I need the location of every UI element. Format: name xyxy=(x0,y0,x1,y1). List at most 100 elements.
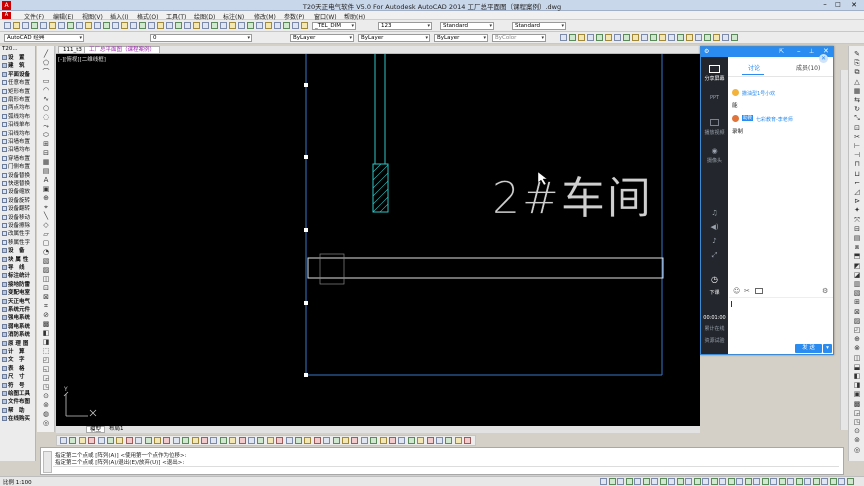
menu-item[interactable]: 沿线单布 xyxy=(2,121,30,129)
draw-tool-icon[interactable]: ⌖ xyxy=(41,203,51,212)
ppt-button[interactable]: PPT xyxy=(701,95,728,101)
tianzheng-tool-icon[interactable] xyxy=(398,437,406,444)
toolbar-tool-icon[interactable] xyxy=(220,22,227,29)
modify-tool-icon[interactable]: ◫ xyxy=(852,354,862,363)
modify-tool-icon[interactable]: ⊠ xyxy=(852,308,862,317)
music-icon[interactable]: ♪ xyxy=(701,237,728,245)
status-toggle-icon[interactable] xyxy=(804,478,811,485)
menu-item[interactable]: 天正电气 xyxy=(2,298,30,306)
menu-item[interactable]: 穿墙布置 xyxy=(2,155,30,163)
play-video-button[interactable]: 播放视频 xyxy=(701,129,728,136)
draw-tool-icon[interactable]: ◫ xyxy=(41,275,51,284)
status-toggle-icon[interactable] xyxy=(812,478,820,485)
menu-item[interactable]: 沿墙均布 xyxy=(2,146,30,154)
status-toggle-icon[interactable] xyxy=(676,478,684,485)
modify-tool-icon[interactable]: ✦ xyxy=(852,206,862,215)
tab-discuss[interactable]: 讨论 xyxy=(748,63,760,72)
modify-tool-icon[interactable]: ◪ xyxy=(852,271,862,280)
modify-tool-icon[interactable]: ◨ xyxy=(852,381,862,390)
toolbar-tool-icon[interactable] xyxy=(677,34,684,41)
menu-item[interactable]: 两点均布 xyxy=(2,104,30,112)
draw-tool-icon[interactable]: ▦ xyxy=(41,158,51,167)
draw-tool-icon[interactable]: ◰ xyxy=(41,356,51,365)
draw-tool-icon[interactable]: ▣ xyxy=(41,185,51,194)
menu-item[interactable]: 导 线 xyxy=(2,264,25,272)
toolbar-tool-icon[interactable] xyxy=(265,22,272,29)
toolbar-tool-icon[interactable] xyxy=(211,22,218,29)
toolbar-tool-icon[interactable] xyxy=(578,34,585,41)
camera-button[interactable]: 摄像头 xyxy=(701,157,728,164)
command-line[interactable]: 指定第二个点或 [阵列(A)] <使用第一个点作为位移>: 指定第二个点或 [阵… xyxy=(40,447,844,475)
status-toggle-icon[interactable] xyxy=(651,478,658,485)
status-toggle-icon[interactable] xyxy=(829,478,837,485)
draw-tool-icon[interactable]: ◳ xyxy=(41,383,51,392)
tianzheng-tool-icon[interactable] xyxy=(116,437,124,444)
message-input[interactable] xyxy=(729,297,833,341)
tianzheng-tool-icon[interactable] xyxy=(295,437,302,444)
draw-tool-icon[interactable]: ▭ xyxy=(41,77,51,86)
modify-tool-icon[interactable]: ⧈ xyxy=(852,243,862,252)
toolbar-tool-icon[interactable] xyxy=(49,22,56,29)
menu-item[interactable]: 块 属 性 xyxy=(2,256,28,264)
draw-tool-icon[interactable]: ◌ xyxy=(41,113,51,122)
tab-factory-plan[interactable]: 工厂总平面图（课程案例） xyxy=(84,46,161,54)
draw-tool-icon[interactable]: ○ xyxy=(41,104,51,113)
scissors-icon[interactable]: ✂ xyxy=(744,287,750,295)
toolbar-tool-icon[interactable] xyxy=(184,22,191,29)
modify-tool-icon[interactable]: ◲ xyxy=(852,409,862,418)
menu-item[interactable]: 文件布图 xyxy=(2,398,30,406)
draw-tool-icon[interactable]: ⊘ xyxy=(41,311,51,320)
menu-item[interactable]: 任意布置 xyxy=(2,79,30,87)
tianzheng-tool-icon[interactable] xyxy=(445,437,453,444)
draw-tool-icon[interactable]: ⊞ xyxy=(41,140,51,149)
modify-tool-icon[interactable]: ▤ xyxy=(852,234,862,243)
status-toggle-icon[interactable] xyxy=(719,478,726,485)
tianzheng-tool-icon[interactable] xyxy=(69,437,77,444)
status-toggle-icon[interactable] xyxy=(727,478,735,485)
modify-tool-icon[interactable]: ◰ xyxy=(852,326,862,335)
menu-item[interactable]: 在线购买 xyxy=(2,415,30,423)
toolbar-tool-icon[interactable] xyxy=(22,22,29,29)
draw-tool-icon[interactable]: ◎ xyxy=(41,419,51,428)
menu-item[interactable]: 设 置 xyxy=(2,54,25,62)
draw-tool-icon[interactable]: ⌒ xyxy=(41,68,51,77)
minimize-panel-button[interactable]: – xyxy=(797,47,801,55)
menu-item[interactable]: 弧线均布 xyxy=(2,113,30,121)
modify-tool-icon[interactable]: △ xyxy=(852,78,862,87)
modify-tool-icon[interactable]: ◎ xyxy=(852,446,862,455)
tianzheng-tool-icon[interactable] xyxy=(97,437,105,444)
command-input[interactable] xyxy=(53,466,839,473)
modify-tool-icon[interactable]: ⊓ xyxy=(852,160,862,169)
chat-settings-icon[interactable]: ⚙ xyxy=(822,287,828,295)
dock-icon[interactable]: ⊥ xyxy=(809,48,814,55)
workshop-label[interactable]: 2#车间 xyxy=(492,162,653,226)
close-tab-icon[interactable]: ✕ xyxy=(819,54,828,63)
tianzheng-tool-icon[interactable] xyxy=(389,437,396,444)
status-toggle-icon[interactable] xyxy=(761,478,769,485)
draw-tool-icon[interactable]: ▨ xyxy=(41,266,51,275)
status-toggle-icon[interactable] xyxy=(608,478,616,485)
draw-tool-icon[interactable]: ⊡ xyxy=(41,284,51,293)
tianzheng-tool-icon[interactable] xyxy=(210,437,218,444)
message-sender[interactable]: 七彩教育-李老师 xyxy=(756,116,793,123)
status-toggle-icon[interactable] xyxy=(659,478,667,485)
modify-tool-icon[interactable]: ⊳ xyxy=(852,197,862,206)
menu-item[interactable]: 系统元件 xyxy=(2,306,30,314)
tianzheng-tool-icon[interactable] xyxy=(454,437,462,444)
toolbar-tool-icon[interactable] xyxy=(704,34,711,41)
tianzheng-tool-icon[interactable] xyxy=(88,437,96,444)
menu-item[interactable]: 消防系统 xyxy=(2,331,30,339)
toolbar-tool-icon[interactable] xyxy=(40,22,47,29)
menu-item[interactable]: 原 理 图 xyxy=(2,340,28,348)
draw-tool-icon[interactable]: ◍ xyxy=(41,410,51,419)
tianzheng-tool-icon[interactable] xyxy=(125,437,133,444)
toolbar-tool-icon[interactable] xyxy=(686,34,693,41)
toolbar-tool-icon[interactable] xyxy=(58,22,65,29)
modify-tool-icon[interactable]: ⊞ xyxy=(852,298,862,307)
modify-tool-icon[interactable]: ⊢ xyxy=(852,142,862,151)
tianzheng-tool-icon[interactable] xyxy=(182,437,190,444)
modify-tool-icon[interactable]: ⊕ xyxy=(852,335,862,344)
menu-item[interactable]: 快速替换 xyxy=(2,180,30,188)
share-screen-icon[interactable] xyxy=(709,65,720,73)
menu-item[interactable]: 弱电系统 xyxy=(2,323,30,331)
